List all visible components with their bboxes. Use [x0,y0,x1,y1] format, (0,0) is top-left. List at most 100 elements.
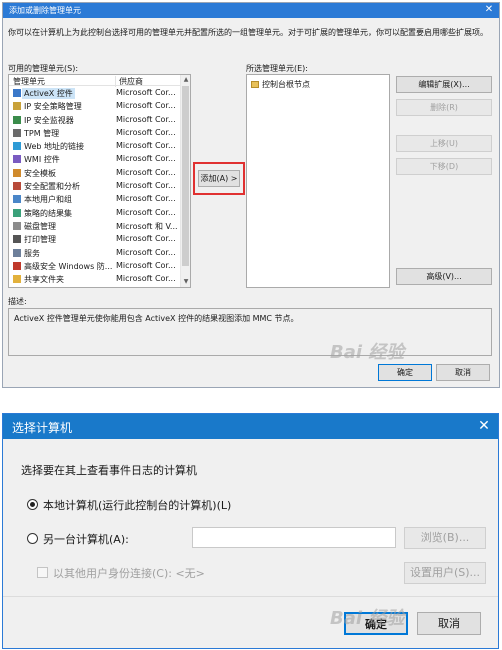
cancel-button[interactable]: 取消 [417,612,481,635]
column-header-vendor[interactable]: 供应商 [115,76,143,87]
ip-security-icon [13,102,21,111]
description-label: 描述: [8,297,27,306]
set-user-button[interactable]: 设置用户(S)... [404,562,486,584]
list-item[interactable]: 安全配置和分析 Microsoft Cor... [9,180,181,193]
snapin-name: TPM 管理 [24,128,60,138]
dialog-title: 添加或删除管理单元 [9,6,81,15]
close-icon[interactable]: ✕ [483,4,495,16]
another-computer-label[interactable]: 另一台计算机(A): [43,531,129,547]
list-item[interactable]: TPM 管理 Microsoft Cor... [9,127,181,140]
snapin-name: 安全模板 [24,168,56,178]
list-item[interactable]: WMI 控件 Microsoft Cor... [9,153,181,166]
scroll-up-icon[interactable]: ▲ [181,75,190,85]
cancel-button[interactable]: 取消 [436,364,490,381]
policy-results-icon [13,208,21,217]
list-header: 管理单元 供应商 [9,75,181,87]
activex-icon [13,89,21,97]
list-item[interactable]: 本地用户和组 Microsoft Cor... [9,193,181,206]
users-groups-icon [13,195,21,204]
list-item[interactable]: 磁盘管理 Microsoft 和 V... [9,220,181,233]
snapin-name: 策略的结果集 [24,208,72,218]
snapin-vendor: Microsoft Cor... [116,88,176,97]
available-snapins-list[interactable]: 管理单元 供应商 ActiveX 控件 Microsoft Cor... IP 安全… [8,74,191,288]
advanced-button[interactable]: 高级(V)... [396,268,492,285]
snapin-name: 安全配置和分析 [24,182,80,192]
disk-icon [13,221,21,230]
list-item[interactable]: Web 地址的链接 Microsoft Cor... [9,140,181,153]
shared-folder-icon [13,275,21,284]
title-bar[interactable]: 添加或删除管理单元 ✕ [3,3,499,18]
firewall-icon [13,261,21,270]
services-icon [13,248,21,257]
snapin-name: Web 地址的链接 [24,142,84,152]
printer-icon [13,235,21,244]
edit-extensions-button[interactable]: 编辑扩展(X)... [396,76,492,93]
snapin-vendor: Microsoft Cor... [116,114,176,124]
ok-button[interactable]: 确定 [378,364,432,381]
dialog-title: 选择计算机 [12,421,73,435]
list-item[interactable]: IP 安全策略管理 Microsoft Cor... [9,100,181,113]
snapin-vendor: Microsoft Cor... [116,207,176,217]
scroll-thumb[interactable] [182,86,189,266]
title-bar[interactable]: 选择计算机 ✕ [3,414,498,439]
snapin-vendor: Microsoft Cor... [116,194,176,204]
snapin-vendor: Microsoft Cor... [116,181,176,191]
security-config-icon [13,182,21,191]
select-computer-dialog: 选择计算机 ✕ 选择要在其上查看事件日志的计算机 本地计算机(运行此控制台的计算… [2,413,499,649]
list-item[interactable]: IP 安全监视器 Microsoft Cor... [9,114,181,127]
snapin-vendor: Microsoft 和 V... [116,221,178,231]
local-computer-label[interactable]: 本地计算机(运行此控制台的计算机)(L) [43,497,231,513]
watermark: Bai 经验 [330,342,405,363]
selected-snapins-label: 所选管理单元(E): [246,64,308,73]
list-item[interactable]: 共享文件夹 Microsoft Cor... [9,273,181,286]
divider [3,596,498,597]
list-item[interactable]: 策略的结果集 Microsoft Cor... [9,207,181,220]
snapin-name: 磁盘管理 [24,221,56,231]
move-up-button[interactable]: 上移(U) [396,135,492,152]
console-root-label: 控制台根节点 [262,80,310,89]
ip-monitor-icon [13,115,21,124]
tpm-icon [13,128,21,137]
list-item[interactable]: 打印管理 Microsoft Cor... [9,233,181,246]
snapin-name: WMI 控件 [24,155,60,165]
list-item[interactable]: 安全模板 Microsoft Cor... [9,167,181,180]
scroll-down-icon[interactable]: ▼ [181,277,190,287]
column-header-snapin[interactable]: 管理单元 [13,76,45,87]
move-down-button[interactable]: 下移(D) [396,158,492,175]
snapin-vendor: Microsoft Cor... [116,234,176,244]
close-icon[interactable]: ✕ [476,418,492,434]
snapin-vendor: Microsoft Cor... [116,167,176,177]
list-item[interactable]: ActiveX 控件 Microsoft Cor... [9,87,181,100]
snapin-name: ActiveX 控件 [22,88,75,99]
selected-snapins-list[interactable]: 控制台根节点 [246,74,390,288]
snapin-rows: ActiveX 控件 Microsoft Cor... IP 安全策略管理 Micro… [9,87,181,286]
vertical-scrollbar[interactable]: ▲ ▼ [180,75,190,287]
add-button[interactable]: 添加(A) > [198,170,240,187]
snapin-vendor: Microsoft Cor... [116,274,176,284]
intro-text: 你可以在计算机上为此控制台选择可用的管理单元并配置所选的一组管理单元。对于可扩展… [8,28,488,37]
snapin-name: 服务 [24,248,40,258]
snapin-name: 共享文件夹 [24,275,64,285]
prompt-text: 选择要在其上查看事件日志的计算机 [21,464,197,477]
connect-as-label: 以其他用户身份连接(C): <无> [53,567,205,580]
computer-name-input[interactable] [192,527,396,548]
snapin-name: 本地用户和组 [24,195,72,205]
list-item[interactable]: 高级安全 Windows 防... Microsoft Cor... [9,260,181,273]
security-template-icon [13,168,21,177]
snapin-name: IP 安全策略管理 [24,102,82,112]
wmi-icon [13,155,21,164]
connect-as-checkbox[interactable] [37,567,48,578]
local-computer-radio[interactable] [27,499,38,510]
remove-button[interactable]: 删除(R) [396,99,492,116]
snapin-name: 高级安全 Windows 防... [24,261,113,271]
snapin-vendor: Microsoft Cor... [116,127,176,137]
list-item[interactable]: 控制台根节点 [251,79,310,90]
snapin-name: 打印管理 [24,235,56,245]
snapin-vendor: Microsoft Cor... [116,101,176,111]
list-item[interactable]: 服务 Microsoft Cor... [9,247,181,260]
snapin-vendor: Microsoft Cor... [116,154,176,164]
another-computer-radio[interactable] [27,533,38,544]
browse-button[interactable]: 浏览(B)... [404,527,486,549]
folder-icon [251,81,259,88]
snapin-vendor: Microsoft Cor... [116,247,176,257]
